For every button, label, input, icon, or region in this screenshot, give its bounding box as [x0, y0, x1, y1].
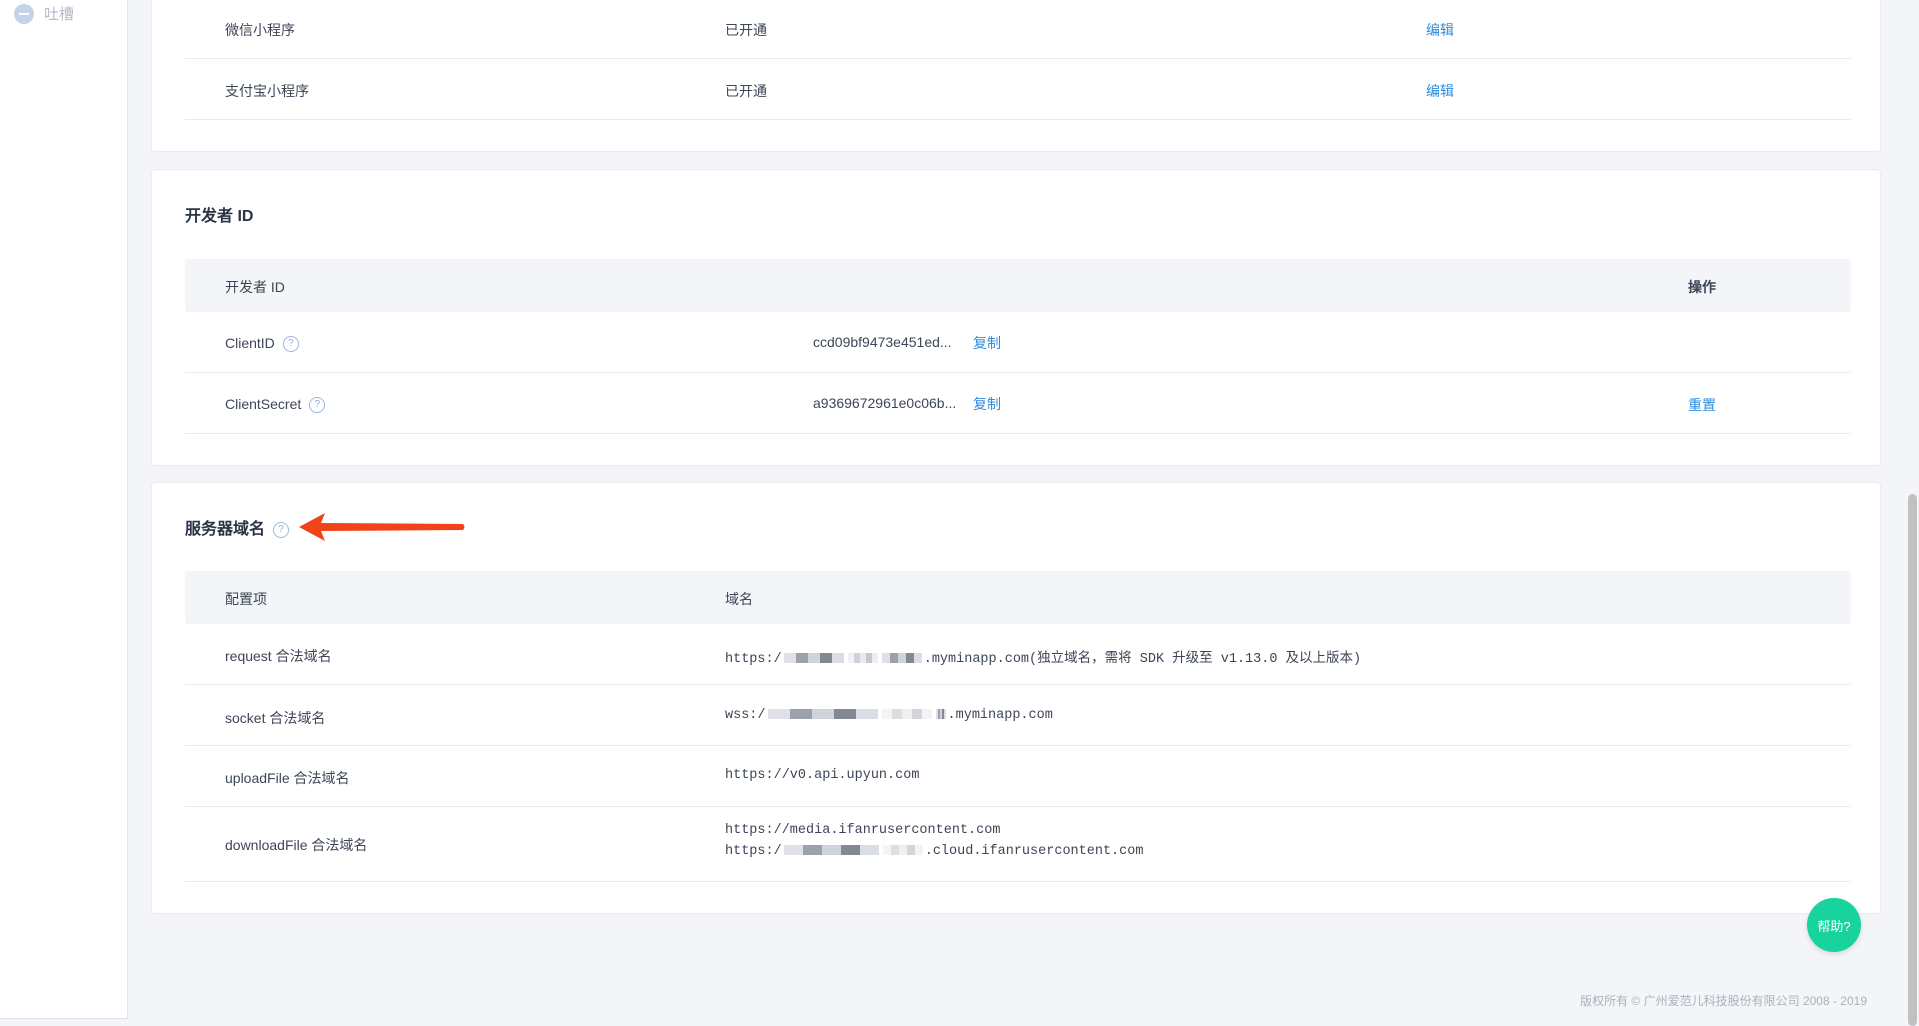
credential-name: ClientSecret?: [225, 396, 326, 414]
sidebar-item-label: 吐槽: [44, 6, 75, 23]
help-button[interactable]: 帮助?: [1807, 898, 1861, 952]
domain-value: https://media.ifanrusercontent.com: [725, 823, 1001, 838]
sidebar-item-feedback[interactable]: 吐槽: [14, 3, 74, 24]
chat-bubble-icon: [14, 3, 34, 24]
sidebar-divider: [0, 1018, 128, 1019]
section-title: 服务器域名?: [185, 515, 290, 539]
server-domain-card: 服务器域名? 配置项 域名 request 合法域名 https:/.mymin…: [151, 482, 1881, 914]
table-row: 支付宝小程序 已开通 编辑: [185, 59, 1851, 120]
domain-value: https:/.cloud.ifanrusercontent.com: [725, 844, 1144, 859]
platform-status: 已开通: [725, 22, 767, 38]
mini-programs-card: 微信小程序 已开通 编辑 支付宝小程序 已开通 编辑: [151, 0, 1881, 152]
config-name: request 合法域名: [225, 648, 332, 664]
domain-value: https:/.myminapp.com(独立域名，需将 SDK 升级至 v1.…: [725, 652, 1362, 667]
domain-value: wss:/.myminapp.com: [725, 708, 1053, 723]
platform-status: 已开通: [725, 83, 767, 99]
edit-button[interactable]: 编辑: [1426, 81, 1454, 101]
credential-value: a9369672961e0c06b...: [813, 395, 957, 411]
developer-id-card: 开发者 ID 开发者 ID 操作 ClientID? ccd09bf9473e4…: [151, 169, 1881, 466]
config-name: socket 合法域名: [225, 710, 326, 726]
config-name: uploadFile 合法域名: [225, 770, 350, 786]
scrollbar[interactable]: [1908, 494, 1917, 1026]
table-row: socket 合法域名 wss:/.myminapp.com: [185, 685, 1851, 746]
arrow-annotation-icon: [299, 513, 465, 541]
table-row: uploadFile 合法域名 https://v0.api.upyun.com: [185, 746, 1851, 807]
config-name: downloadFile 合法域名: [225, 837, 368, 853]
copy-button[interactable]: 复制: [973, 394, 1001, 414]
column-header: 域名: [725, 591, 753, 607]
edit-button[interactable]: 编辑: [1426, 20, 1454, 40]
platform-name: 微信小程序: [225, 22, 295, 38]
table-row: ClientID? ccd09bf9473e451ed... 复制: [185, 312, 1851, 373]
column-header: 配置项: [225, 591, 267, 607]
sidebar: 吐槽: [0, 0, 128, 1018]
credential-name: ClientID?: [225, 335, 299, 353]
footer-copyright: 版权所有 © 广州爱范儿科技股份有限公司 2008 - 2019: [1580, 994, 1867, 1008]
copy-button[interactable]: 复制: [973, 333, 1001, 353]
column-header: 操作: [1688, 279, 1716, 295]
table-row: 微信小程序 已开通 编辑: [185, 0, 1851, 59]
question-circle-icon[interactable]: ?: [282, 336, 299, 353]
question-circle-icon[interactable]: ?: [273, 521, 290, 538]
question-circle-icon[interactable]: ?: [309, 397, 326, 414]
credential-value: ccd09bf9473e451ed...: [813, 334, 952, 350]
platform-name: 支付宝小程序: [225, 83, 309, 99]
table-row: ClientSecret? a9369672961e0c06b... 复制 重置: [185, 373, 1851, 434]
table-row: downloadFile 合法域名 https://media.ifanruse…: [185, 807, 1851, 882]
reset-button[interactable]: 重置: [1688, 395, 1716, 415]
table-header: 开发者 ID 操作: [185, 259, 1851, 312]
domain-value: https://v0.api.upyun.com: [725, 768, 920, 783]
section-title: 开发者 ID: [185, 208, 254, 225]
column-header: 开发者 ID: [225, 279, 285, 295]
table-header: 配置项 域名: [185, 571, 1851, 624]
table-row: request 合法域名 https:/.myminapp.com(独立域名，需…: [185, 624, 1851, 685]
